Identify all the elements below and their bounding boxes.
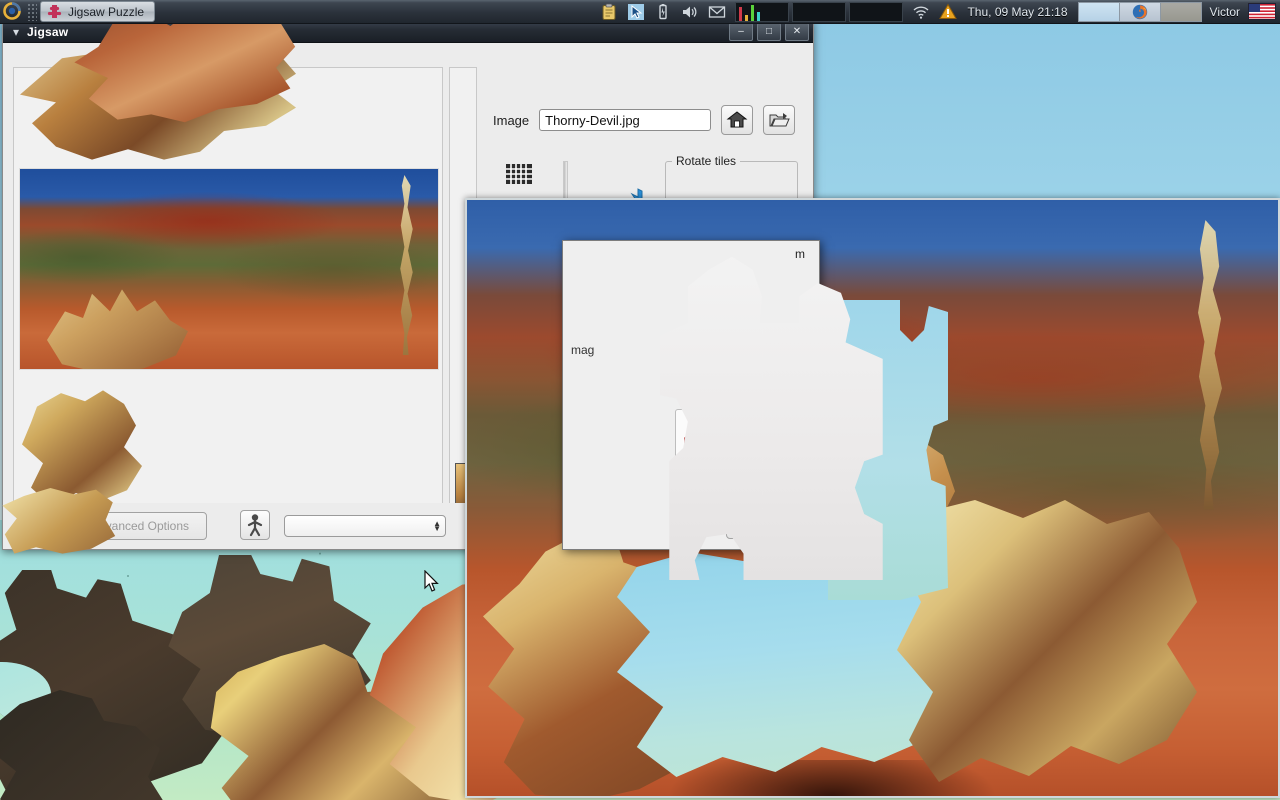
taskbar-drag-handle[interactable] (27, 3, 37, 21)
firefox-icon (1131, 3, 1149, 21)
clock[interactable]: Thu, 09 May 21:18 (967, 5, 1067, 19)
open-folder-icon (768, 110, 790, 130)
workspace-switcher[interactable] (1078, 2, 1202, 22)
puzzle-piece-icon (47, 4, 62, 19)
warning-icon[interactable] (939, 3, 957, 21)
home-button[interactable] (721, 105, 753, 135)
maximize-button[interactable]: □ (757, 23, 781, 41)
mail-icon[interactable] (708, 3, 726, 21)
tile-count-combo[interactable]: ▲▼ (284, 515, 446, 537)
grid-tiles-icon (505, 161, 533, 187)
close-button[interactable]: ✕ (785, 23, 809, 41)
open-file-button[interactable] (763, 105, 795, 135)
workspace-1[interactable] (1079, 3, 1120, 21)
image-label: Image (493, 113, 529, 128)
cursor-select-icon[interactable] (627, 3, 645, 21)
swirl-logo-icon (2, 1, 22, 21)
chevron-down-icon[interactable]: ▾ (13, 26, 19, 38)
taskbar[interactable]: Jigsaw Puzzle (0, 0, 1280, 24)
minimize-button[interactable]: – (729, 23, 753, 41)
combo-stepper-icon[interactable]: ▲▼ (433, 521, 441, 531)
network-graph-icon (792, 2, 846, 22)
volume-icon[interactable] (681, 3, 699, 21)
window-title: Jigsaw (27, 25, 68, 39)
battery-icon[interactable] (654, 3, 672, 21)
taskbar-item-label: Jigsaw Puzzle (68, 5, 144, 19)
mouse-pointer (424, 570, 440, 594)
cpu-graph-icon (735, 2, 789, 22)
taskbar-item-jigsaw-puzzle[interactable]: Jigsaw Puzzle (40, 1, 155, 22)
dialog-text-fragment-1: m (563, 241, 819, 261)
memory-graph-icon (849, 2, 903, 22)
wifi-icon[interactable] (912, 3, 930, 21)
rotate-tiles-title: Rotate tiles (672, 154, 740, 168)
workspace-3[interactable] (1161, 3, 1201, 21)
window-buttons: – □ ✕ (729, 23, 809, 41)
running-person-icon (244, 513, 266, 537)
image-input[interactable] (539, 109, 711, 131)
image-row: Image (493, 105, 795, 135)
system-tray[interactable] (600, 2, 957, 22)
system-monitor-graphs[interactable] (735, 2, 903, 22)
workspace-2[interactable] (1120, 3, 1161, 21)
start-menu-button[interactable] (2, 1, 24, 23)
grid-size-button[interactable] (505, 161, 533, 187)
user-label[interactable]: Victor (1210, 5, 1240, 19)
player-button[interactable] (240, 510, 270, 540)
home-icon (726, 110, 748, 130)
us-flag-icon[interactable] (1248, 3, 1276, 20)
preview-image (19, 168, 439, 370)
clipboard-icon[interactable] (600, 3, 618, 21)
